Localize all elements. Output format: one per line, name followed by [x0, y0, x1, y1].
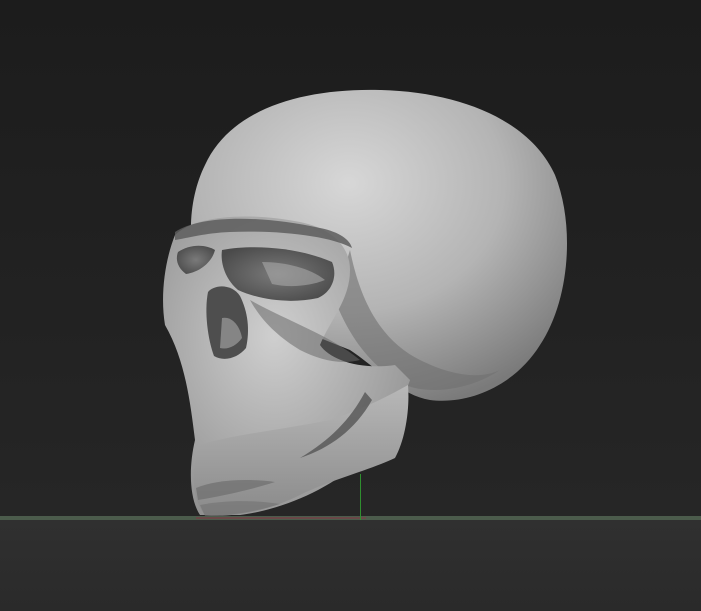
3d-viewport[interactable] [0, 0, 701, 611]
skull-model[interactable] [0, 0, 701, 611]
